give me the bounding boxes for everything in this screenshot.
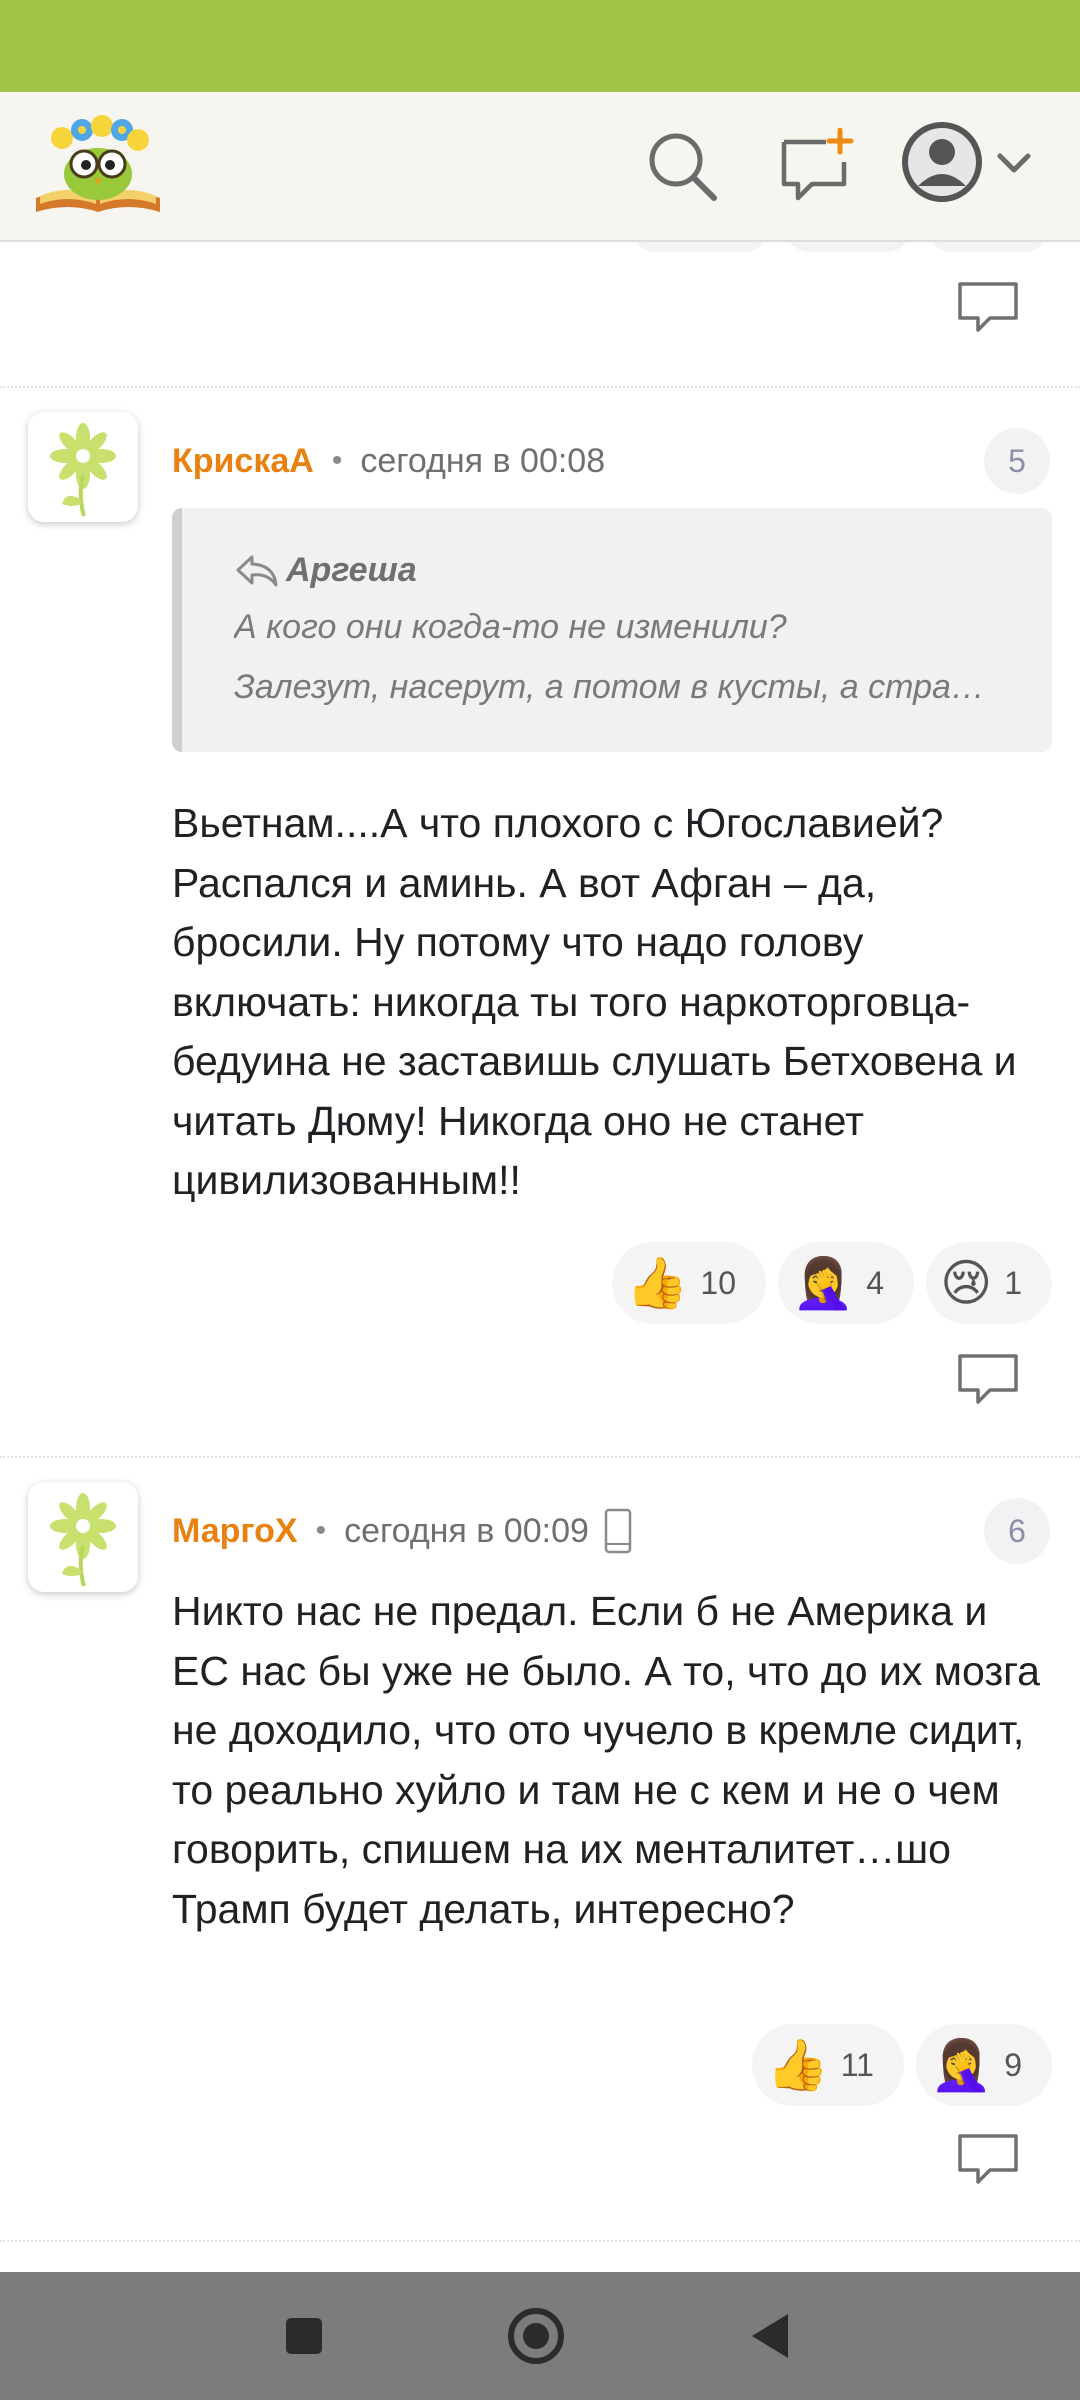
comment-author[interactable]: МаргоХ bbox=[172, 1512, 298, 1551]
crying-face-icon: 😢 bbox=[940, 1254, 993, 1312]
reaction-count: 1 bbox=[1004, 1264, 1022, 1301]
phone-icon bbox=[604, 1508, 632, 1554]
comment-divider bbox=[0, 386, 1080, 388]
reply-icon[interactable] bbox=[956, 280, 1020, 336]
reaction-count: 4 bbox=[866, 1264, 885, 1301]
reaction-facepalm[interactable]: 🤦‍♀️ 9 bbox=[915, 2024, 1052, 2106]
reaction-count: 9 bbox=[1004, 2046, 1022, 2083]
avatar[interactable] bbox=[28, 1482, 138, 1592]
new-post-icon[interactable] bbox=[778, 127, 854, 204]
reply-icon[interactable] bbox=[956, 2132, 1020, 2188]
avatar[interactable] bbox=[28, 412, 138, 522]
status-bar bbox=[0, 0, 1080, 92]
reaction-thumbs-up[interactable]: 👍 11 bbox=[752, 2024, 904, 2106]
comment-meta: МаргоХ • сегодня в 00:09 bbox=[172, 1506, 633, 1556]
reply-icon[interactable] bbox=[956, 1352, 1020, 1408]
comments-feed[interactable]: КрискаА • сегодня в 00:08 5 Аргеша А ког… bbox=[0, 240, 1080, 2272]
comment-divider bbox=[0, 2240, 1080, 2242]
reactions-bar: 👍 11 🤦‍♀️ 9 bbox=[752, 2024, 1052, 2106]
app-header bbox=[0, 92, 1080, 242]
comment-meta: КрискаА • сегодня в 00:08 bbox=[172, 436, 605, 486]
facepalm-icon: 🤦‍♀️ bbox=[792, 1254, 855, 1312]
comment-time: сегодня в 00:09 bbox=[344, 1511, 589, 1550]
site-logo[interactable] bbox=[32, 112, 164, 220]
quoted-reply[interactable]: Аргеша А кого они когда-то не изменили? … bbox=[172, 508, 1052, 752]
search-icon[interactable] bbox=[644, 128, 720, 204]
reaction-crying[interactable]: 😢 1 bbox=[926, 1242, 1052, 1324]
quote-line: Залезут, насерут, а потом в кусты, а стр… bbox=[234, 668, 985, 706]
home-button[interactable] bbox=[506, 2306, 566, 2371]
comment-time: сегодня в 00:08 bbox=[360, 441, 606, 480]
comment-body: Вьетнам....А что плохого с Югославией? Р… bbox=[172, 800, 1017, 1203]
quote-header: Аргеша bbox=[234, 548, 417, 592]
meta-separator: • bbox=[331, 444, 343, 477]
reactions-bar: 👍 10 🤦‍♀️ 4 😢 1 bbox=[612, 1242, 1052, 1324]
reply-arrow-icon bbox=[236, 555, 278, 587]
comment-author[interactable]: КрискаА bbox=[172, 442, 314, 481]
user-menu-button[interactable] bbox=[900, 120, 1050, 210]
recent-apps-button[interactable] bbox=[284, 2316, 324, 2361]
reaction-facepalm[interactable]: 🤦‍♀️ 4 bbox=[778, 1242, 915, 1324]
quote-author: Аргеша bbox=[286, 550, 417, 589]
quote-line: А кого они когда-то не изменили? bbox=[234, 608, 787, 646]
reaction-thumbs-up[interactable]: 👍 10 bbox=[612, 1242, 767, 1324]
meta-separator: • bbox=[315, 1514, 327, 1547]
back-button[interactable] bbox=[748, 2312, 792, 2365]
comment-body: Никто нас не предал. Если б не Америка и… bbox=[172, 1588, 1040, 1932]
comment-number-badge[interactable]: 6 bbox=[984, 1498, 1050, 1564]
thumbs-up-icon: 👍 bbox=[766, 2036, 829, 2094]
comment-number-badge[interactable]: 5 bbox=[984, 428, 1050, 494]
reaction-count: 10 bbox=[700, 1264, 737, 1301]
thumbs-up-icon: 👍 bbox=[626, 1254, 689, 1312]
reaction-count: 11 bbox=[840, 2046, 874, 2083]
system-navigation-bar bbox=[0, 2272, 1080, 2400]
comment-divider bbox=[0, 1456, 1080, 1458]
facepalm-icon: 🤦‍♀️ bbox=[929, 2036, 993, 2094]
